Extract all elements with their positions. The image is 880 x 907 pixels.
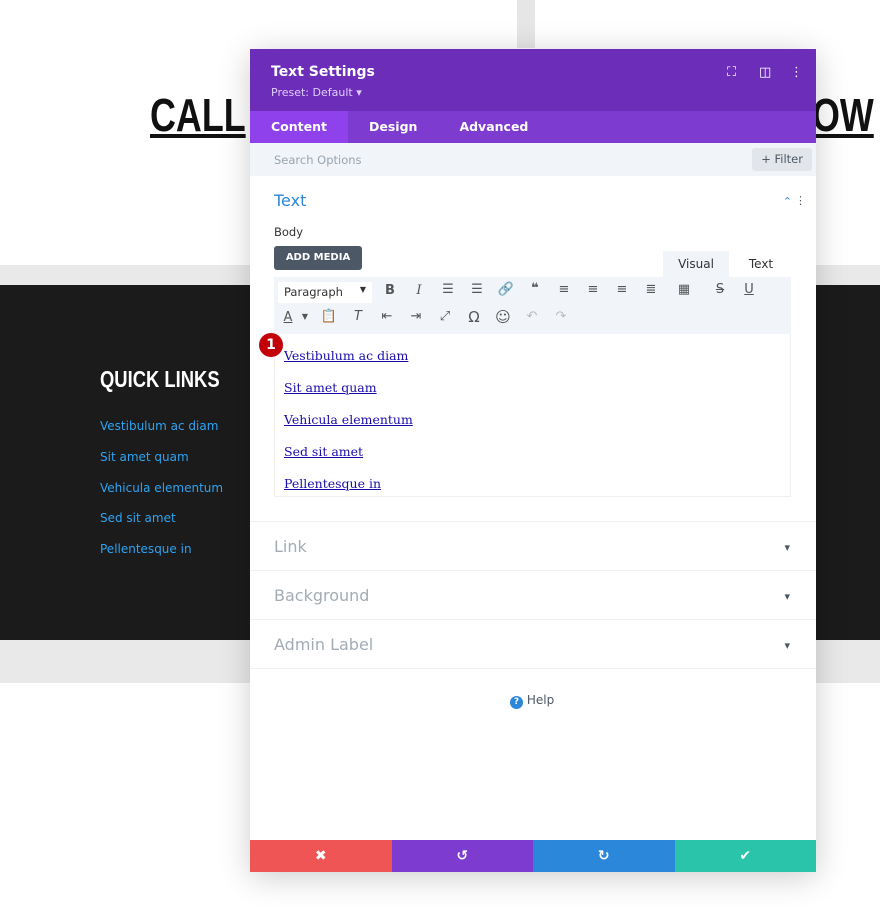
numbered-list-icon[interactable]: ☰ — [467, 282, 487, 297]
clear-formatting-icon[interactable]: T — [348, 309, 368, 324]
redo-button[interactable]: ↻ — [533, 840, 675, 872]
blockquote-icon[interactable]: ❝ — [525, 281, 545, 296]
paste-text-icon[interactable]: 📋 — [319, 309, 339, 324]
preset-dropdown[interactable]: Preset: Default ▾ — [271, 86, 362, 99]
paragraph-select-value: Paragraph — [284, 285, 343, 299]
bold-icon[interactable]: B — [380, 283, 400, 298]
text-settings-modal: Text Settings Preset: Default ▾ ⛶ ◫ ⋮ Co… — [250, 49, 816, 872]
outdent-icon[interactable]: ⇤ — [377, 309, 397, 324]
footer-link[interactable]: Sed sit amet — [100, 511, 176, 525]
align-center-icon[interactable]: ≡ — [583, 282, 603, 297]
footer-title: QUICK LINKS — [100, 366, 220, 392]
editor-toolbar: Paragraph ▼ B I ☰ ☰ 🔗 ❝ ≡ ≡ ≡ ≣ ▦ S U A ▼… — [274, 277, 791, 334]
tab-content[interactable]: Content — [250, 111, 348, 143]
cta-heading-right: OW — [812, 89, 874, 141]
paragraph-select[interactable]: Paragraph ▼ — [278, 282, 372, 303]
tab-advanced[interactable]: Advanced — [438, 111, 549, 143]
chevron-down-icon[interactable]: ▾ — [784, 639, 790, 652]
align-right-icon[interactable]: ≡ — [612, 282, 632, 297]
table-icon[interactable]: ▦ — [674, 282, 694, 297]
save-button[interactable]: ✔ — [674, 840, 816, 872]
divider — [250, 570, 816, 571]
body-label: Body — [274, 225, 304, 239]
content-link[interactable]: Vehicula elementum — [284, 412, 413, 427]
modal-tabs: Content Design Advanced — [250, 111, 816, 143]
strikethrough-icon[interactable]: S — [710, 282, 730, 297]
undo-icon[interactable]: ↶ — [522, 309, 542, 324]
step-badge: 1 — [259, 333, 283, 357]
undo-button[interactable]: ↺ — [391, 840, 533, 872]
footer-link[interactable]: Vehicula elementum — [100, 481, 223, 495]
action-bar: ✖ ↺ ↻ ✔ — [250, 840, 816, 872]
caret-down-icon[interactable]: ▼ — [295, 312, 315, 321]
chevron-up-icon[interactable]: ⌃ — [783, 195, 792, 208]
section-text-title[interactable]: Text — [274, 191, 306, 210]
tab-design[interactable]: Design — [348, 111, 438, 143]
justify-icon[interactable]: ≣ — [641, 282, 661, 297]
search-options-input[interactable]: Search Options + Filter — [250, 143, 816, 176]
footer-link[interactable]: Vestibulum ac diam — [100, 419, 218, 433]
caret-down-icon: ▼ — [359, 285, 366, 294]
help-label: Help — [526, 693, 555, 707]
more-options-icon[interactable]: ⋮ — [790, 65, 803, 80]
divider — [250, 668, 816, 669]
section-admin-label-title[interactable]: Admin Label — [274, 635, 373, 654]
divider — [250, 521, 816, 522]
align-left-icon[interactable]: ≡ — [554, 282, 574, 297]
cancel-button[interactable]: ✖ — [250, 840, 392, 872]
search-placeholder: Search Options — [274, 153, 362, 167]
sidebar-toggle-icon[interactable]: ◫ — [759, 65, 771, 80]
footer-link[interactable]: Sit amet quam — [100, 450, 189, 464]
content-link[interactable]: Sit amet quam — [284, 380, 377, 395]
italic-icon[interactable]: I — [409, 283, 429, 298]
text-tab[interactable]: Text — [731, 251, 791, 277]
help-icon: ? — [510, 696, 523, 709]
underline-icon[interactable]: U — [739, 282, 759, 297]
emoji-icon[interactable]: ☺ — [493, 308, 513, 326]
modal-title: Text Settings — [271, 64, 375, 80]
content-link[interactable]: Sed sit amet — [284, 444, 363, 459]
chevron-down-icon[interactable]: ▾ — [784, 541, 790, 554]
footer-link[interactable]: Pellentesque in — [100, 542, 192, 556]
fullscreen-editor-icon[interactable]: ⤢ — [435, 309, 455, 324]
special-character-icon[interactable]: Ω — [464, 308, 484, 326]
section-link-title[interactable]: Link — [274, 537, 307, 556]
section-menu-icon[interactable]: ⋮ — [795, 194, 806, 207]
divider — [250, 619, 816, 620]
bullet-list-icon[interactable]: ☰ — [438, 282, 458, 297]
cta-heading-left: CALL — [150, 89, 246, 141]
visual-tab[interactable]: Visual — [663, 251, 729, 277]
editor-content[interactable]: Vestibulum ac diam Sit amet quam Vehicul… — [274, 334, 791, 497]
content-link[interactable]: Pellentesque in — [284, 476, 381, 491]
chevron-down-icon[interactable]: ▾ — [784, 590, 790, 603]
filter-button[interactable]: + Filter — [752, 148, 812, 171]
section-background-title[interactable]: Background — [274, 586, 369, 605]
help-link[interactable]: ? Help — [510, 693, 554, 709]
add-media-button[interactable]: ADD MEDIA — [274, 246, 362, 270]
column-divider — [517, 0, 535, 48]
fullscreen-icon[interactable]: ⛶ — [727, 65, 736, 80]
modal-header: Text Settings Preset: Default ▾ ⛶ ◫ ⋮ — [250, 49, 816, 111]
indent-icon[interactable]: ⇥ — [406, 309, 426, 324]
link-icon[interactable]: 🔗 — [496, 282, 516, 297]
content-link[interactable]: Vestibulum ac diam — [284, 348, 408, 363]
redo-icon[interactable]: ↷ — [551, 309, 571, 324]
